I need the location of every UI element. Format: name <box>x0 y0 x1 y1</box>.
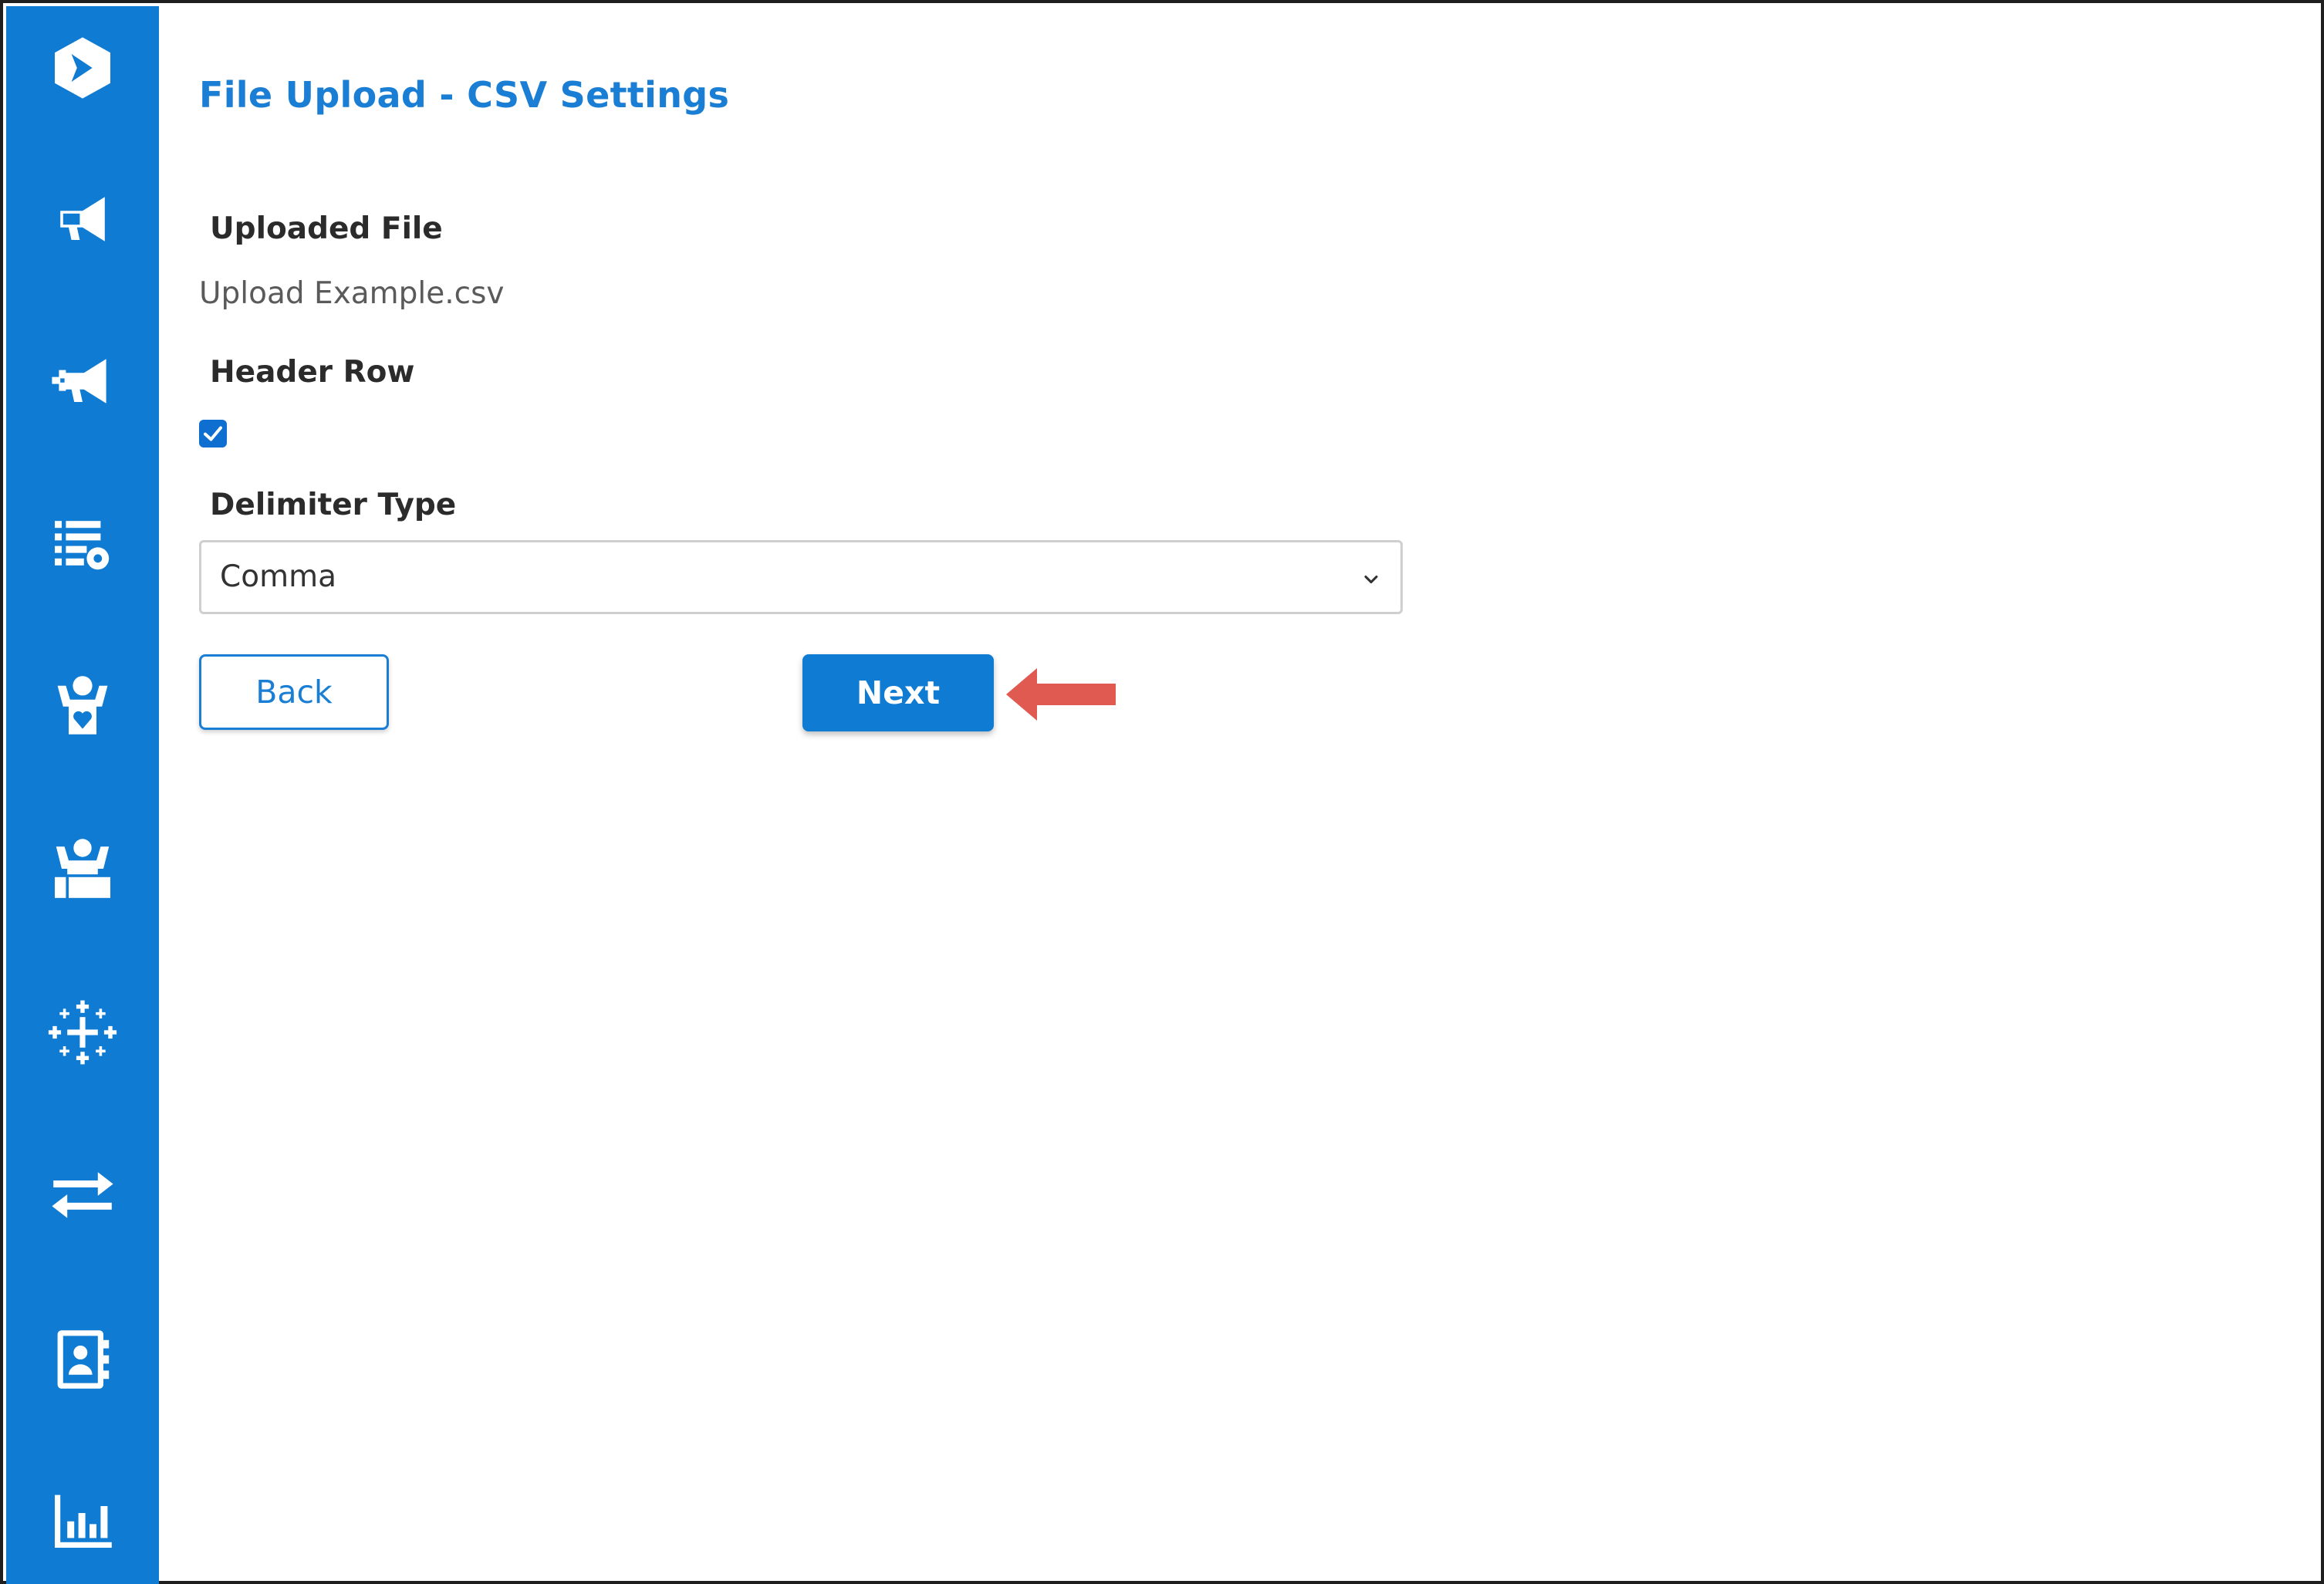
back-button[interactable]: Back <box>199 654 389 730</box>
app-window: File Upload - CSV Settings Uploaded File… <box>0 0 2324 1584</box>
person-heart-icon <box>57 676 108 735</box>
sidebar-item-campaigns[interactable] <box>44 181 121 258</box>
sidebar-item-analytics-hub[interactable] <box>44 994 121 1071</box>
header-row-checkbox[interactable] <box>199 420 227 448</box>
megaphone-icon <box>60 197 105 241</box>
page-title: File Upload - CSV Settings <box>199 74 730 116</box>
transfer-arrows-icon <box>52 1172 113 1218</box>
sidebar-item-volunteers[interactable] <box>44 667 121 744</box>
checkmark-icon <box>204 426 222 441</box>
sidebar-item-lists[interactable] <box>44 505 121 582</box>
uploaded-file-label: Uploaded File <box>210 211 443 246</box>
person-presenting-icon <box>55 839 110 898</box>
sidebar-item-contacts[interactable] <box>44 1321 121 1398</box>
next-button[interactable]: Next <box>802 654 994 731</box>
sidebar-item-new-campaign[interactable] <box>44 343 121 420</box>
delimiter-selected-value: Comma <box>220 559 336 594</box>
delimiter-type-select[interactable]: Comma <box>199 540 1403 614</box>
uploaded-file-name: Upload Example.csv <box>199 276 505 311</box>
logo-icon[interactable] <box>44 29 121 106</box>
next-button-label: Next <box>856 674 941 711</box>
delimiter-type-label: Delimiter Type <box>210 488 457 522</box>
contact-book-icon <box>57 1330 110 1389</box>
sidebar-item-reports[interactable] <box>44 1481 121 1559</box>
main-content: File Upload - CSV Settings Uploaded File… <box>159 6 2318 1578</box>
sidebar-item-presenters[interactable] <box>44 830 121 907</box>
megaphone-add-icon <box>52 359 106 404</box>
annotation-arrow-icon <box>1006 668 1116 721</box>
chevron-down-icon <box>1364 575 1378 584</box>
list-settings-icon <box>55 521 110 570</box>
sidebar-nav <box>6 6 159 1584</box>
bar-chart-icon <box>55 1494 112 1548</box>
header-row-label: Header Row <box>210 355 415 390</box>
back-button-label: Back <box>255 674 333 711</box>
sparkle-grid-icon <box>48 1000 117 1065</box>
sidebar-item-transfers[interactable] <box>44 1156 121 1233</box>
